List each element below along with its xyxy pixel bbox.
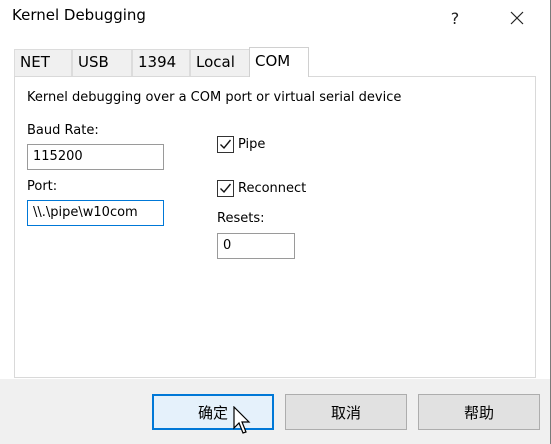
reconnect-checkbox[interactable] [217,180,234,197]
baud-rate-input[interactable]: 115200 [27,144,164,170]
tab-label: 1394 [138,53,177,71]
tab-label: USB [78,53,109,71]
ok-button[interactable]: 确定 [152,394,274,430]
tab-label: Local [196,53,235,71]
tab-local[interactable]: Local [190,49,250,76]
close-icon [510,11,524,25]
close-button[interactable] [502,4,532,32]
mouse-pointer-icon [233,406,251,434]
port-label: Port: [27,179,58,194]
resets-label: Resets: [217,211,265,226]
checkmark-icon [220,183,232,194]
tab-com[interactable]: COM [249,47,309,77]
pipe-checkbox[interactable] [217,136,234,153]
tab-label: NET [20,53,50,71]
dialog-title: Kernel Debugging [12,6,146,24]
kernel-debugging-dialog: Kernel Debugging ? NET USB 1394 Local CO… [0,0,551,444]
cancel-button[interactable]: 取消 [285,394,407,430]
tab-1394[interactable]: 1394 [132,49,190,76]
tab-label: COM [255,52,291,70]
baud-rate-label: Baud Rate: [27,123,99,138]
help-title-button[interactable]: ? [440,4,470,32]
tab-net[interactable]: NET [14,49,72,76]
resets-input[interactable]: 0 [217,233,295,259]
reconnect-label[interactable]: Reconnect [238,181,306,196]
tab-bar: NET USB 1394 Local COM [14,47,534,77]
com-settings-panel: Kernel debugging over a COM port or virt… [14,76,536,378]
question-icon: ? [450,8,460,28]
pipe-label[interactable]: Pipe [238,137,265,152]
tab-usb[interactable]: USB [72,49,132,76]
checkmark-icon [220,139,232,150]
port-input[interactable]: \\.\pipe\w10com [27,200,164,226]
panel-description: Kernel debugging over a COM port or virt… [27,90,402,105]
help-button[interactable]: 帮助 [418,394,540,430]
title-bar: Kernel Debugging ? [0,0,550,36]
